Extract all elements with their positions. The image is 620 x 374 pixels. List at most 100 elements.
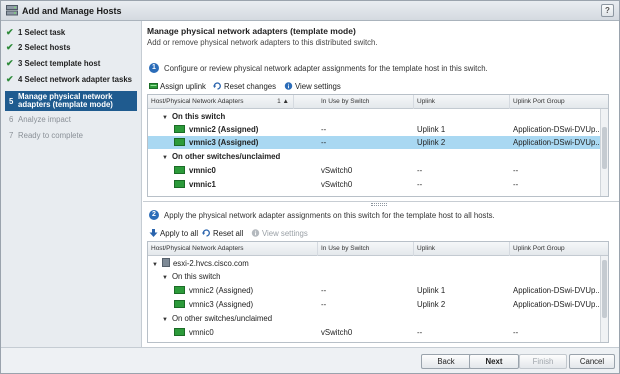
uplink-cell: Uplink 2 <box>417 300 446 309</box>
host-icon <box>161 258 170 267</box>
reset-all-button[interactable]: Reset all <box>202 229 243 238</box>
nic-icon <box>174 286 185 294</box>
nic-icon <box>174 328 185 336</box>
adapter-name: vmnic3 (Assigned) <box>189 138 259 147</box>
adapter-name: vmnic2 (Assigned) <box>189 286 254 295</box>
wizard-window: Add and Manage Hosts ? ✔ 1 Select task ✔… <box>0 0 620 374</box>
collapse-icon[interactable]: ▼ <box>162 112 168 123</box>
scrollbar-thumb[interactable] <box>602 260 607 318</box>
table-row[interactable]: vmnic0 vSwitch0 -- -- <box>148 326 602 339</box>
uplink-cell: -- <box>417 166 423 175</box>
port-group-cell: -- <box>513 166 519 175</box>
port-group-cell: Application-DSwi-DVUp... <box>513 138 602 147</box>
step-label: Select task <box>24 28 66 37</box>
vertical-scrollbar[interactable] <box>600 256 608 342</box>
step-label: Analyze impact <box>18 115 71 124</box>
col-uplink-port-group[interactable]: Uplink Port Group <box>510 242 602 256</box>
adapter-name: vmnic3 (Assigned) <box>189 300 254 309</box>
nic-icon <box>174 166 185 174</box>
group-row[interactable]: ▼ On this switch <box>148 270 602 283</box>
table-row[interactable]: vmnic2 (Assigned) -- Uplink 1 Applicatio… <box>148 123 602 136</box>
group-label: On other switches/unclaimed <box>171 152 281 161</box>
check-icon: ✔ <box>6 74 14 84</box>
vertical-scrollbar[interactable] <box>600 109 608 196</box>
step-select-hosts[interactable]: ✔ 2 Select hosts <box>5 41 137 56</box>
uplink-cell: Uplink 1 <box>417 286 446 295</box>
group-row[interactable]: ▼ On other switches/unclaimed <box>148 150 602 163</box>
port-group-cell: -- <box>513 180 519 189</box>
page-subtitle: Add or remove physical network adapters … <box>147 38 378 47</box>
table-row-selected[interactable]: vmnic3 (Assigned) -- Uplink 2 Applicatio… <box>148 136 602 149</box>
assign-uplink-icon <box>149 83 158 89</box>
nic-icon <box>174 138 185 146</box>
step-manage-physical-adapters[interactable]: 5 Manage physical network adapters (temp… <box>5 91 137 111</box>
step-number: 3 <box>18 59 23 68</box>
assign-uplink-label: Assign uplink <box>160 82 206 91</box>
reset-changes-button[interactable]: Reset changes <box>213 82 276 91</box>
pane-splitter[interactable] <box>143 201 619 207</box>
in-use-cell: vSwitch0 <box>321 180 353 189</box>
in-use-cell: -- <box>321 125 327 134</box>
splitter-grip[interactable] <box>371 203 387 206</box>
group-label: On this switch <box>171 272 221 281</box>
template-host-adapters-grid: Host/Physical Network Adapters 1 ▲ In Use… <box>147 94 609 197</box>
collapse-icon[interactable]: ▼ <box>152 259 158 270</box>
group-row[interactable]: ▼ On other switches/unclaimed <box>148 312 602 325</box>
apply-down-arrow-icon <box>149 229 158 237</box>
step-select-task[interactable]: ✔ 1 Select task <box>5 26 137 41</box>
assign-uplink-button[interactable]: Assign uplink <box>149 82 206 91</box>
reset-icon <box>213 82 221 90</box>
reset-icon <box>202 229 210 237</box>
group-row[interactable]: ▼ On this switch <box>148 110 602 123</box>
step-label: Select template host <box>24 59 101 68</box>
scrollbar-thumb[interactable] <box>602 127 607 169</box>
uplink-cell: -- <box>417 180 423 189</box>
step-label: Manage physical network adapters (templa… <box>18 92 113 109</box>
back-button[interactable]: Back <box>421 354 471 369</box>
collapse-icon[interactable]: ▼ <box>162 152 168 163</box>
cancel-button[interactable]: Cancel <box>569 354 615 369</box>
table-row[interactable]: vmnic0 vSwitch0 -- -- <box>148 164 602 177</box>
host-row[interactable]: ▼ esxi-2.hvcs.cisco.com <box>148 257 602 270</box>
main-panel: Manage physical network adapters (templa… <box>143 21 619 347</box>
uplink-cell: -- <box>417 328 423 337</box>
table-row[interactable]: vmnic2 (Assigned) -- Uplink 1 Applicatio… <box>148 284 602 297</box>
table-row[interactable]: vmnic1 vSwitch0 -- -- <box>148 178 602 191</box>
col-uplink-port-group[interactable]: Uplink Port Group <box>510 95 602 109</box>
wizard-steps: ✔ 1 Select task ✔ 2 Select hosts ✔ 3 Sel… <box>1 21 142 347</box>
check-icon: ✔ <box>6 42 14 52</box>
view-settings-button[interactable]: View settings <box>284 82 341 91</box>
step-number: 7 <box>9 131 14 140</box>
step-select-network-adapter-tasks[interactable]: ✔ 4 Select network adapter tasks <box>5 73 137 88</box>
port-group-cell: Application-DSwi-DVUp... <box>513 286 602 295</box>
apply-to-all-button[interactable]: Apply to all <box>149 229 198 238</box>
sort-indicator: 1 ▲ <box>277 98 289 105</box>
col-host-adapters[interactable]: Host/Physical Network Adapters 1 ▲ <box>148 95 294 109</box>
port-group-cell: Application-DSwi-DVUp... <box>513 300 602 309</box>
step-number: 6 <box>9 115 14 124</box>
col-uplink[interactable]: Uplink <box>414 242 510 256</box>
uplink-cell: Uplink 2 <box>417 138 446 147</box>
nic-icon <box>174 125 185 133</box>
all-hosts-adapters-grid: Host/Physical Network Adapters In Use by… <box>147 241 609 343</box>
wizard-footer: Back Next Finish Cancel <box>1 347 619 373</box>
help-button[interactable]: ? <box>601 4 614 17</box>
collapse-icon[interactable]: ▼ <box>162 314 168 325</box>
port-group-cell: -- <box>513 328 519 337</box>
in-use-cell: -- <box>321 286 327 295</box>
collapse-icon[interactable]: ▼ <box>162 272 168 283</box>
group-label: On this switch <box>171 112 226 121</box>
view-settings-label: View settings <box>262 229 308 238</box>
col-in-use[interactable]: In Use by Switch <box>318 242 414 256</box>
step-badge-2: 2 <box>149 210 159 220</box>
col-host-adapters[interactable]: Host/Physical Network Adapters <box>148 242 318 256</box>
reset-all-label: Reset all <box>213 229 244 238</box>
col-in-use[interactable]: In Use by Switch <box>318 95 414 109</box>
col-uplink[interactable]: Uplink <box>414 95 510 109</box>
table-row[interactable]: vmnic3 (Assigned) -- Uplink 2 Applicatio… <box>148 298 602 311</box>
step-analyze-impact: 6 Analyze impact <box>5 113 137 128</box>
step-select-template-host[interactable]: ✔ 3 Select template host <box>5 57 137 72</box>
reset-changes-label: Reset changes <box>224 82 277 91</box>
next-button[interactable]: Next <box>469 354 519 369</box>
in-use-cell: vSwitch0 <box>321 166 353 175</box>
